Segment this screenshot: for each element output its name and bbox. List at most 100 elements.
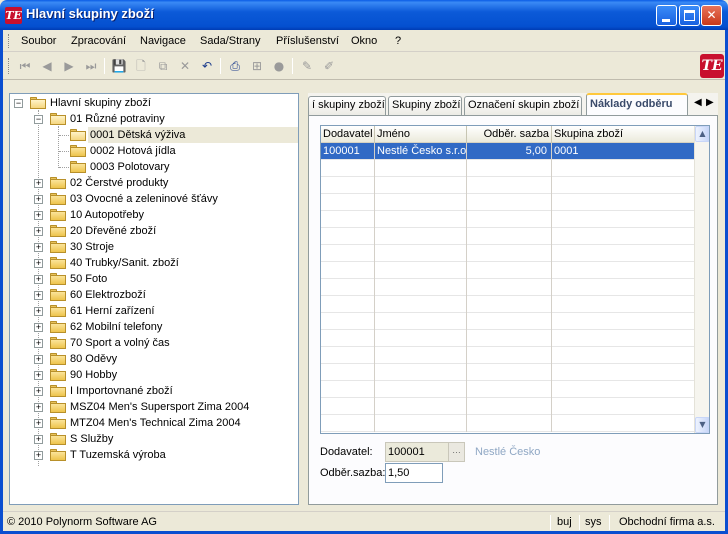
table-row-empty[interactable] <box>321 415 694 432</box>
menu-grip-icon[interactable] <box>8 34 11 48</box>
tree-node[interactable]: + 61 Herní zařízení <box>12 303 298 319</box>
new-document-icon[interactable]: 🗋 <box>132 57 150 75</box>
app-logo-icon[interactable]: TE <box>5 7 22 24</box>
first-record-icon[interactable]: ⏮ <box>16 57 34 75</box>
table-row-empty[interactable] <box>321 398 694 415</box>
table-row-empty[interactable] <box>321 279 694 296</box>
tree-node-label[interactable]: T Tuzemská výroba <box>68 447 168 463</box>
tree-node[interactable]: + 80 Oděvy <box>12 351 298 367</box>
tree-node[interactable]: 0001 Dětská výživa <box>12 127 298 143</box>
collapse-icon[interactable]: − <box>34 115 43 124</box>
last-record-icon[interactable]: ⏭ <box>82 57 100 75</box>
expand-icon[interactable]: + <box>34 451 43 460</box>
expand-icon[interactable]: + <box>34 371 43 380</box>
expand-icon[interactable]: + <box>34 179 43 188</box>
cell-skupina-zbozi[interactable]: 0001 <box>552 143 694 160</box>
odber-sazba-field[interactable]: 1,50 <box>385 463 443 483</box>
tree-node-label[interactable]: 0002 Hotová jídla <box>88 143 178 159</box>
tab-naklady-odberu[interactable]: Náklady odběru <box>586 93 688 115</box>
category-tree[interactable]: − Hlavní skupiny zboží − 01 Různé potrav… <box>9 93 299 505</box>
tree-node-root[interactable]: − Hlavní skupiny zboží <box>12 95 298 111</box>
expand-icon[interactable]: + <box>34 227 43 236</box>
tree-node[interactable]: + 03 Ovocné a zeleninové šťávy <box>12 191 298 207</box>
tree-node[interactable]: − 01 Různé potraviny <box>12 111 298 127</box>
expand-icon[interactable]: + <box>34 339 43 348</box>
table-row-empty[interactable] <box>321 381 694 398</box>
table-row-empty[interactable] <box>321 313 694 330</box>
tree-node[interactable]: + 50 Foto <box>12 271 298 287</box>
tree-node[interactable]: + 60 Elektrozboží <box>12 287 298 303</box>
copy-icon[interactable]: ⧉ <box>154 57 172 75</box>
table-row-empty[interactable] <box>321 194 694 211</box>
tree-node-label[interactable]: 90 Hobby <box>68 367 119 383</box>
menu-soubor[interactable]: Soubor <box>21 35 56 47</box>
tree-node[interactable]: + 20 Dřevěné zboží <box>12 223 298 239</box>
tree-node-label[interactable]: 0001 Dětská výživa <box>88 127 298 143</box>
maximize-button[interactable] <box>679 5 700 26</box>
delete-icon[interactable]: ✕ <box>176 57 194 75</box>
tree-node-label[interactable]: 61 Herní zařízení <box>68 303 156 319</box>
expand-icon[interactable]: + <box>34 291 43 300</box>
table-row-empty[interactable] <box>321 347 694 364</box>
expand-icon[interactable]: + <box>34 419 43 428</box>
expand-icon[interactable]: + <box>34 307 43 316</box>
expand-icon[interactable]: + <box>34 211 43 220</box>
column-header-odber-sazba[interactable]: Odběr. sazba <box>467 126 552 143</box>
column-header-jmeno[interactable]: Jméno <box>375 126 467 143</box>
expand-icon[interactable]: + <box>34 403 43 412</box>
table-row-empty[interactable] <box>321 296 694 313</box>
table-row-empty[interactable] <box>321 364 694 381</box>
tree-node-label[interactable]: Hlavní skupiny zboží <box>48 95 153 111</box>
tab-scroll-left-icon[interactable]: ◀ <box>694 97 702 108</box>
tree-node-label[interactable]: MSZ04 Men's Supersport Zima 2004 <box>68 399 251 415</box>
dodavatel-field[interactable]: 100001 … <box>385 442 465 462</box>
grid-scrollbar[interactable]: ▲ ▼ <box>694 126 709 433</box>
tree-node[interactable]: + 02 Čerstvé produkty <box>12 175 298 191</box>
tree-node[interactable]: + S Služby <box>12 431 298 447</box>
expand-icon[interactable]: + <box>34 195 43 204</box>
close-button[interactable]: ✕ <box>701 5 722 26</box>
tree-node-label[interactable]: S Služby <box>68 431 115 447</box>
tree-node[interactable]: + 10 Autopotřeby <box>12 207 298 223</box>
tab-oznaceni-skupin[interactable]: Označení skupin zboží <box>464 96 582 115</box>
next-record-icon[interactable]: ▶ <box>60 57 78 75</box>
expand-icon[interactable]: + <box>34 355 43 364</box>
tab-hlavni-skupiny[interactable]: í skupiny zboží <box>308 96 386 115</box>
menu-prislusenstvi[interactable]: Příslušenství <box>276 35 339 47</box>
menu-sada-strany[interactable]: Sada/Strany <box>200 35 261 47</box>
tree-node[interactable]: + I Importovnané zboží <box>12 383 298 399</box>
table-row-empty[interactable] <box>321 228 694 245</box>
collapse-icon[interactable]: − <box>14 99 23 108</box>
tree-node[interactable]: + T Tuzemská výroba <box>12 447 298 463</box>
edit-icon[interactable]: ✎ <box>298 57 316 75</box>
tree-node[interactable]: 0003 Polotovary <box>12 159 298 175</box>
tree-node-label[interactable]: 70 Sport a volný čas <box>68 335 172 351</box>
tree-node-label[interactable]: 40 Trubky/Sanit. zboží <box>68 255 181 271</box>
tree-node-label[interactable]: 60 Elektrozboží <box>68 287 148 303</box>
scroll-up-icon[interactable]: ▲ <box>695 126 709 142</box>
tree-node-label[interactable]: 20 Dřevěné zboží <box>68 223 158 239</box>
menu-navigace[interactable]: Navigace <box>140 35 186 47</box>
tree-node-label[interactable]: 30 Stroje <box>68 239 116 255</box>
tree-node-label[interactable]: 01 Různé potraviny <box>68 111 167 127</box>
table-row-empty[interactable] <box>321 211 694 228</box>
tree-node[interactable]: + 40 Trubky/Sanit. zboží <box>12 255 298 271</box>
tree-node-label[interactable]: 62 Mobilní telefony <box>68 319 164 335</box>
table-row-empty[interactable] <box>321 245 694 262</box>
save-icon[interactable]: 💾 <box>110 57 128 75</box>
stop-icon[interactable]: ● <box>270 57 288 75</box>
expand-icon[interactable]: + <box>34 243 43 252</box>
cost-grid[interactable]: Dodavatel Jméno Odběr. sazba Skupina zbo… <box>320 125 710 434</box>
tree-node[interactable]: + MTZ04 Men's Technical Zima 2004 <box>12 415 298 431</box>
previous-record-icon[interactable]: ◀ <box>38 57 56 75</box>
expand-icon[interactable]: + <box>34 435 43 444</box>
table-row-empty[interactable] <box>321 330 694 347</box>
tree-node-label[interactable]: 80 Oděvy <box>68 351 119 367</box>
tree-node-label[interactable]: 50 Foto <box>68 271 109 287</box>
table-row-empty[interactable] <box>321 160 694 177</box>
tree-node-label[interactable]: 0003 Polotovary <box>88 159 172 175</box>
expand-icon[interactable]: + <box>34 323 43 332</box>
cell-jmeno[interactable]: Nestlé Česko s.r.o. <box>375 143 467 160</box>
tree-view-icon[interactable]: ⊞ <box>248 57 266 75</box>
minimize-button[interactable] <box>656 5 677 26</box>
